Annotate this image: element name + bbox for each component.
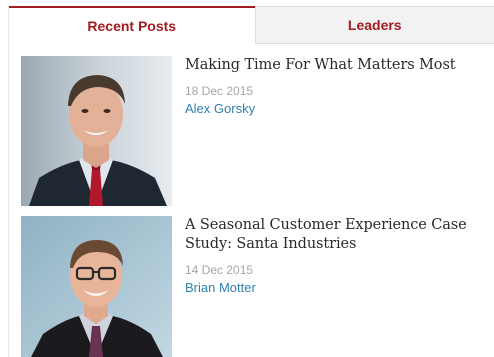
tab-leaders[interactable]: Leaders	[254, 6, 494, 44]
author-photo[interactable]	[21, 216, 172, 357]
author-photo[interactable]	[21, 56, 172, 206]
post-text: Making Time For What Matters Most 18 Dec…	[185, 56, 485, 116]
post-date: 18 Dec 2015	[185, 84, 254, 98]
author-photo-image	[21, 216, 172, 357]
post-text: A Seasonal Customer Experience Case Stud…	[185, 216, 485, 295]
post-author-link[interactable]: Alex Gorsky	[185, 101, 485, 116]
post-date: 14 Dec 2015	[185, 263, 254, 277]
tab-recent-posts[interactable]: Recent Posts	[9, 6, 255, 44]
post-author-link[interactable]: Brian Motter	[185, 280, 485, 295]
post-title[interactable]: Making Time For What Matters Most	[185, 56, 485, 75]
post-title[interactable]: A Seasonal Customer Experience Case Stud…	[185, 216, 485, 254]
recent-posts-widget: Recent Posts Leaders Making Time For Wha…	[8, 6, 494, 357]
tab-bar: Recent Posts Leaders	[9, 6, 494, 44]
author-photo-image	[21, 56, 172, 206]
